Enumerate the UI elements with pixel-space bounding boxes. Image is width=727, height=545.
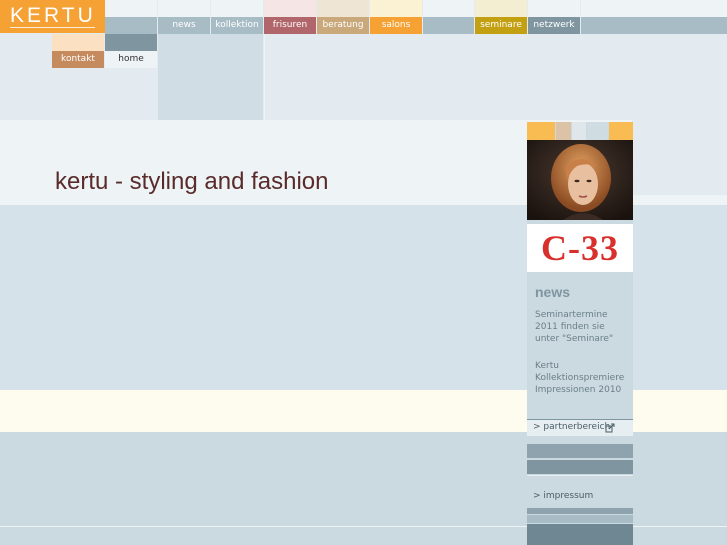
subnav-cap <box>52 34 104 51</box>
portrait-svg <box>527 140 633 220</box>
nav-cap <box>528 0 580 17</box>
news-heading: news <box>535 284 571 300</box>
external-link-icon <box>605 423 615 433</box>
nav-cap <box>581 0 727 17</box>
news-box: news Seminartermine 2011 finden sie unte… <box>527 274 633 419</box>
nav-news[interactable]: news <box>158 17 210 34</box>
header-column-block <box>158 34 263 120</box>
nav-beratung[interactable]: beratung <box>317 17 369 34</box>
stripe <box>527 444 633 458</box>
impressum-link-label: > impressum <box>533 491 594 501</box>
nav-spacer <box>423 17 474 34</box>
subnav-cap <box>105 34 157 51</box>
nav-kontakt[interactable]: kontakt <box>52 51 104 68</box>
nav-netzwerk[interactable]: netzwerk <box>528 17 580 34</box>
nav-cap <box>264 0 316 17</box>
nav-cap <box>211 0 263 17</box>
header-column-divider <box>264 34 265 120</box>
swatch <box>572 122 586 140</box>
stripe <box>527 524 633 545</box>
nav-frisuren[interactable]: frisuren <box>264 17 316 34</box>
news-item[interactable]: Seminartermine 2011 finden sie unter "Se… <box>535 309 629 345</box>
header-right-block <box>632 120 727 195</box>
stripe <box>527 508 633 514</box>
brand-box[interactable]: C-33 <box>527 224 633 272</box>
partner-link[interactable]: > partnerbereich <box>527 420 633 436</box>
nav-cap <box>423 0 474 17</box>
nav-spacer <box>581 17 727 34</box>
stripe <box>527 515 633 523</box>
logo-underline <box>10 27 95 28</box>
news-item[interactable]: Kertu Kollektionspremiere Impressionen 2… <box>535 360 629 396</box>
partner-link-label: > partnerbereich <box>533 422 611 432</box>
swatch <box>587 122 608 140</box>
impressum-link[interactable]: > impressum <box>527 488 633 506</box>
portrait-image[interactable] <box>527 140 633 220</box>
sidebar: C-33 news Seminartermine 2011 finden sie… <box>527 122 633 545</box>
nav-cap <box>475 0 527 17</box>
nav-spacer <box>105 17 157 34</box>
swatch <box>609 122 633 140</box>
nav-cap <box>317 0 369 17</box>
stripe <box>527 475 633 476</box>
nav-kollektion[interactable]: kollektion <box>211 17 263 34</box>
nav-salons[interactable]: salons <box>370 17 422 34</box>
nav-cap <box>370 0 422 17</box>
logo-text: KERTU <box>10 4 96 27</box>
nav-cap <box>105 0 157 17</box>
page-title: kertu - styling and fashion <box>55 168 329 195</box>
swatch <box>556 122 571 140</box>
logo[interactable]: KERTU <box>0 0 105 33</box>
nav-seminare[interactable]: seminare <box>475 17 527 34</box>
stripe <box>527 460 633 474</box>
nav-cap <box>158 0 210 17</box>
brand-logo: C-33 <box>541 228 619 268</box>
nav-home[interactable]: home <box>105 51 157 68</box>
swatch <box>527 122 555 140</box>
